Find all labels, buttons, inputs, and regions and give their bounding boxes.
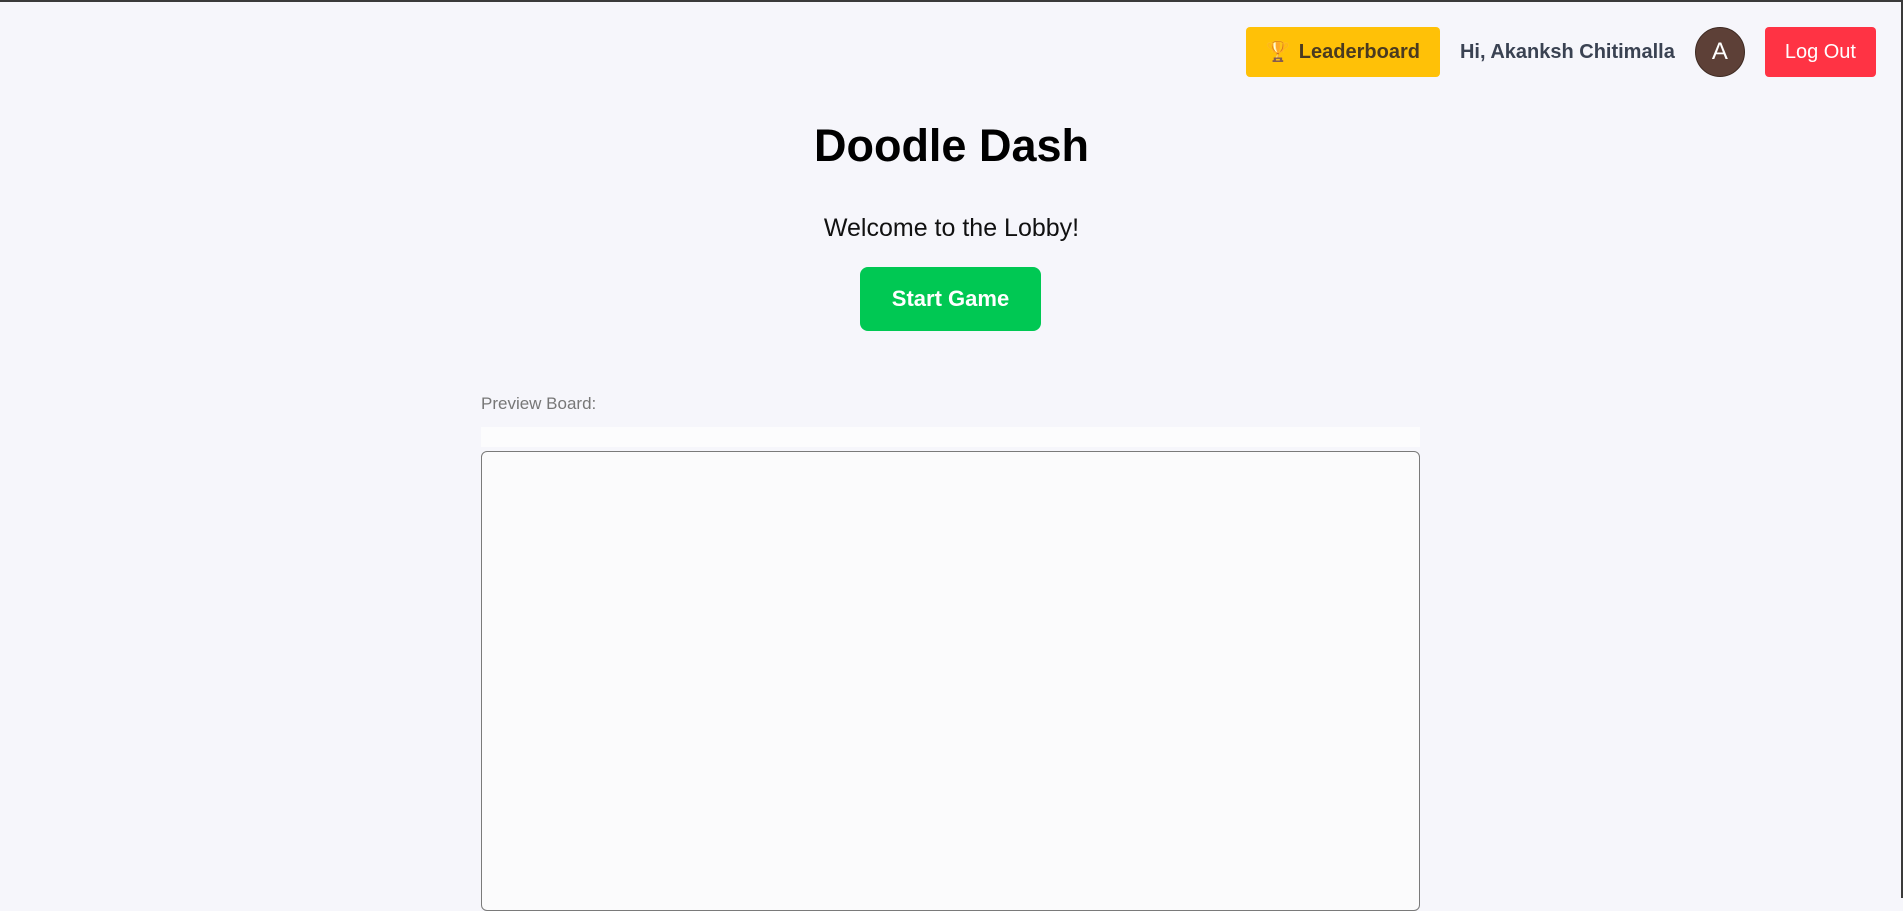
preview-board-label: Preview Board: bbox=[481, 394, 597, 413]
lobby-welcome-text: Welcome to the Lobby! bbox=[823, 214, 1080, 242]
window-top-border bbox=[0, 0, 1903, 2]
start-game-button[interactable]: Start Game bbox=[860, 267, 1041, 331]
preview-board-toolbar bbox=[481, 427, 1420, 447]
logout-button[interactable]: Log Out bbox=[1764, 27, 1876, 77]
top-nav: 🏆 Leaderboard Hi, Akanksh Chitimalla A L… bbox=[1245, 27, 1876, 77]
user-greeting: Hi, Akanksh Chitimalla bbox=[1459, 40, 1675, 63]
avatar[interactable]: A bbox=[1694, 27, 1745, 77]
trophy-icon: 🏆 bbox=[1265, 41, 1291, 63]
leaderboard-label: Leaderboard bbox=[1298, 40, 1420, 63]
page-title: Doodle Dash bbox=[813, 120, 1090, 171]
preview-board-canvas[interactable] bbox=[481, 451, 1420, 911]
leaderboard-button[interactable]: 🏆 Leaderboard bbox=[1245, 27, 1440, 77]
